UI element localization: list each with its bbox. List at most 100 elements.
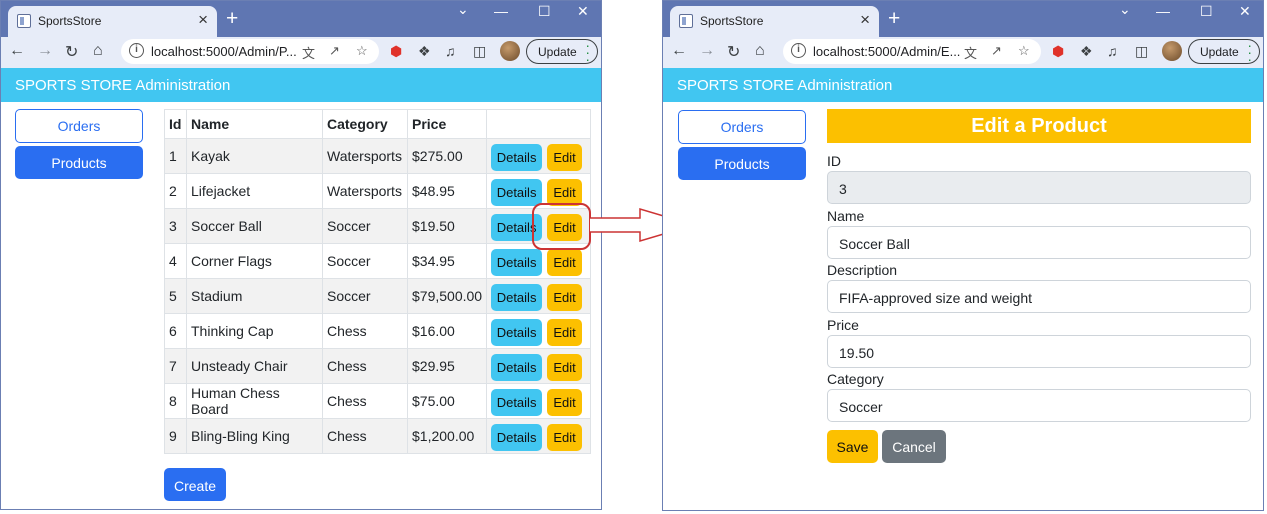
update-button[interactable]: Update · · · <box>526 38 598 66</box>
close-window-icon[interactable]: ✕ <box>1239 3 1251 20</box>
side-panel-icon[interactable]: ◫ <box>473 43 486 60</box>
browser-toolbar: ← → ↻ ⌂ i localhost:5000/Admin/E... 文 ↗ … <box>663 37 1263 68</box>
reload-icon[interactable]: ↻ <box>727 42 740 62</box>
orders-nav-button[interactable]: Orders <box>678 110 806 144</box>
translate-icon[interactable]: 文 <box>964 43 977 62</box>
details-button[interactable]: Details <box>491 319 543 346</box>
page-favicon-icon <box>17 14 31 28</box>
details-button[interactable]: Details <box>491 354 543 381</box>
share-icon[interactable]: ↗ <box>991 43 1002 59</box>
address-bar[interactable]: i localhost:5000/Admin/E... 文 ↗ ☆ <box>783 39 1041 64</box>
cell-name: Soccer Ball <box>186 208 323 244</box>
forward-icon[interactable]: → <box>37 42 53 60</box>
extensions-puzzle-icon[interactable]: ❖ <box>418 43 431 60</box>
update-button[interactable]: Update · · · <box>1188 38 1260 66</box>
update-label: Update <box>1200 45 1239 59</box>
details-button[interactable]: Details <box>491 144 543 171</box>
details-button[interactable]: Details <box>491 424 543 451</box>
site-info-icon[interactable]: i <box>129 43 144 58</box>
products-nav-button[interactable]: Products <box>15 146 143 179</box>
tab-close-icon[interactable]: × <box>198 10 208 30</box>
side-panel-icon[interactable]: ◫ <box>1135 43 1148 60</box>
browser-tab[interactable]: SportsStore × <box>670 6 879 37</box>
edit-button[interactable]: Edit <box>547 354 583 381</box>
reload-icon[interactable]: ↻ <box>65 42 78 62</box>
minimize-icon[interactable]: — <box>1156 3 1170 19</box>
details-button[interactable]: Details <box>491 389 543 416</box>
name-label: Name <box>827 208 865 224</box>
adblock-extension-icon[interactable]: ⬢ <box>390 43 402 60</box>
bookmark-star-icon[interactable]: ☆ <box>356 43 368 59</box>
cell-category: Chess <box>322 383 408 419</box>
edit-button[interactable]: Edit <box>547 284 583 311</box>
maximize-icon[interactable]: ☐ <box>538 3 551 20</box>
col-header-name: Name <box>186 109 323 139</box>
site-info-icon[interactable]: i <box>791 43 806 58</box>
edit-button[interactable]: Edit <box>547 179 583 206</box>
new-tab-icon[interactable]: + <box>888 7 900 31</box>
description-field[interactable]: FIFA-approved size and weight <box>827 280 1251 313</box>
category-field[interactable]: Soccer <box>827 389 1251 422</box>
back-icon[interactable]: ← <box>9 42 25 60</box>
table-row: 1 Kayak Watersports $275.00 Details Edit <box>164 138 592 174</box>
cell-id: 8 <box>164 383 187 419</box>
minimize-icon[interactable]: — <box>494 3 508 19</box>
cell-price: $16.00 <box>406 313 488 349</box>
menu-dots-icon[interactable]: · · · <box>585 38 590 66</box>
browser-tab[interactable]: SportsStore × <box>8 6 217 37</box>
profile-avatar[interactable] <box>500 41 520 61</box>
cancel-button[interactable]: Cancel <box>882 430 946 463</box>
close-window-icon[interactable]: ✕ <box>577 3 589 20</box>
cell-price: $19.50 <box>406 208 488 244</box>
table-row: 3 Soccer Ball Soccer $19.50 Details Edit <box>164 208 592 244</box>
edit-button[interactable]: Edit <box>547 249 583 276</box>
cell-actions: Details Edit <box>486 348 592 384</box>
edit-button[interactable]: Edit <box>547 319 583 346</box>
tab-search-icon[interactable]: ⌄ <box>457 1 469 18</box>
save-button[interactable]: Save <box>827 430 878 463</box>
table-row: 4 Corner Flags Soccer $34.95 Details Edit <box>164 243 592 279</box>
media-control-icon[interactable]: ♫ <box>445 43 456 59</box>
tab-close-icon[interactable]: × <box>860 10 870 30</box>
home-icon[interactable]: ⌂ <box>93 42 103 60</box>
table-row: 6 Thinking Cap Chess $16.00 Details Edit <box>164 313 592 349</box>
cell-actions: Details Edit <box>486 278 592 314</box>
create-button[interactable]: Create <box>164 468 226 501</box>
cell-name: Thinking Cap <box>186 313 323 349</box>
cell-name: Bling-Bling King <box>186 418 323 454</box>
address-bar[interactable]: i localhost:5000/Admin/P... 文 ↗ ☆ <box>121 39 379 64</box>
orders-nav-button[interactable]: Orders <box>15 109 143 143</box>
products-nav-button[interactable]: Products <box>678 147 806 180</box>
page-favicon-icon <box>679 14 693 28</box>
cell-id: 4 <box>164 243 187 279</box>
forward-icon[interactable]: → <box>699 42 715 60</box>
edit-button[interactable]: Edit <box>547 424 583 451</box>
price-field[interactable]: 19.50 <box>827 335 1251 368</box>
share-icon[interactable]: ↗ <box>329 43 340 59</box>
cell-name: Human Chess Board <box>186 383 323 419</box>
home-icon[interactable]: ⌂ <box>755 42 765 60</box>
details-button[interactable]: Details <box>491 179 543 206</box>
col-header-actions <box>486 109 592 139</box>
details-button[interactable]: Details <box>491 249 543 276</box>
maximize-icon[interactable]: ☐ <box>1200 3 1213 20</box>
url-text: localhost:5000/Admin/P... <box>151 44 297 59</box>
tab-search-icon[interactable]: ⌄ <box>1119 1 1131 18</box>
name-field[interactable]: Soccer Ball <box>827 226 1251 259</box>
media-control-icon[interactable]: ♫ <box>1107 43 1118 59</box>
tab-title: SportsStore <box>38 14 102 28</box>
table-row: 5 Stadium Soccer $79,500.00 Details Edit <box>164 278 592 314</box>
details-button[interactable]: Details <box>491 284 543 311</box>
profile-avatar[interactable] <box>1162 41 1182 61</box>
back-icon[interactable]: ← <box>671 42 687 60</box>
edit-button[interactable]: Edit <box>547 144 583 171</box>
edit-button[interactable]: Edit <box>547 389 583 416</box>
cell-id: 5 <box>164 278 187 314</box>
menu-dots-icon[interactable]: · · · <box>1247 38 1252 66</box>
cell-price: $29.95 <box>406 348 488 384</box>
new-tab-icon[interactable]: + <box>226 7 238 31</box>
bookmark-star-icon[interactable]: ☆ <box>1018 43 1030 59</box>
extensions-puzzle-icon[interactable]: ❖ <box>1080 43 1093 60</box>
adblock-extension-icon[interactable]: ⬢ <box>1052 43 1064 60</box>
translate-icon[interactable]: 文 <box>302 43 315 62</box>
